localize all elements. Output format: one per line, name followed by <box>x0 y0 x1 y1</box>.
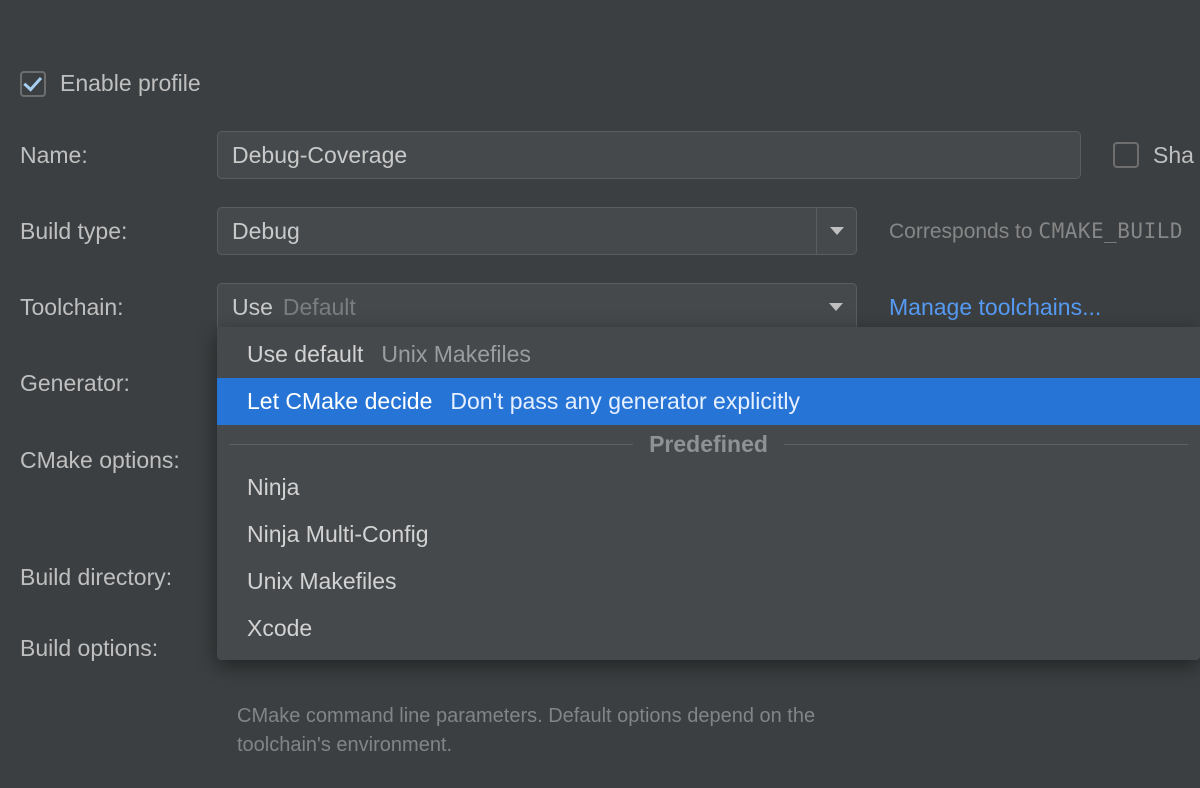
build-options-label: Build options: <box>20 635 217 662</box>
generator-option-use-default[interactable]: Use default Unix Makefiles <box>217 331 1200 378</box>
toolchain-value-default: Default <box>283 294 356 321</box>
generator-label: Generator: <box>20 370 217 397</box>
toolchain-row: Toolchain: Use Default Manage toolchains… <box>20 283 1200 331</box>
chevron-down-icon[interactable] <box>816 208 856 254</box>
name-input[interactable]: Debug-Coverage <box>217 131 1081 179</box>
build-directory-label: Build directory: <box>20 564 217 591</box>
generator-option-xcode[interactable]: Xcode <box>217 605 1200 652</box>
build-type-select[interactable]: Debug <box>217 207 857 255</box>
toolchain-label: Toolchain: <box>20 294 217 321</box>
name-row: Name: Debug-Coverage Sha <box>20 131 1200 179</box>
generator-dropdown: Use default Unix Makefiles Let CMake dec… <box>217 327 1200 660</box>
name-value: Debug-Coverage <box>232 142 407 169</box>
share-checkbox[interactable] <box>1113 142 1139 168</box>
enable-profile-label: Enable profile <box>60 70 201 97</box>
cmake-options-label: CMake options: <box>20 447 217 474</box>
chevron-down-icon[interactable] <box>816 284 856 330</box>
generator-dropdown-section-header: Predefined <box>217 425 1200 464</box>
name-label: Name: <box>20 142 217 169</box>
generator-option-ninja-multi-config[interactable]: Ninja Multi-Config <box>217 511 1200 558</box>
toolchain-value-prefix: Use <box>232 294 273 321</box>
generator-option-unix-makefiles[interactable]: Unix Makefiles <box>217 558 1200 605</box>
build-type-label: Build type: <box>20 218 217 245</box>
build-options-help: CMake command line parameters. Default o… <box>237 702 937 760</box>
build-type-value: Debug <box>232 218 300 245</box>
build-type-row: Build type: Debug Corresponds to CMAKE_B… <box>20 207 1200 255</box>
enable-profile-row: Enable profile <box>20 70 1200 97</box>
enable-profile-checkbox[interactable] <box>20 71 46 97</box>
toolchain-select[interactable]: Use Default <box>217 283 857 331</box>
share-label: Sha <box>1153 142 1194 169</box>
build-type-hint: Corresponds to CMAKE_BUILD <box>889 219 1183 244</box>
generator-option-let-cmake-decide[interactable]: Let CMake decide Don't pass any generato… <box>217 378 1200 425</box>
manage-toolchains-link[interactable]: Manage toolchains... <box>889 294 1101 321</box>
generator-option-ninja[interactable]: Ninja <box>217 464 1200 511</box>
